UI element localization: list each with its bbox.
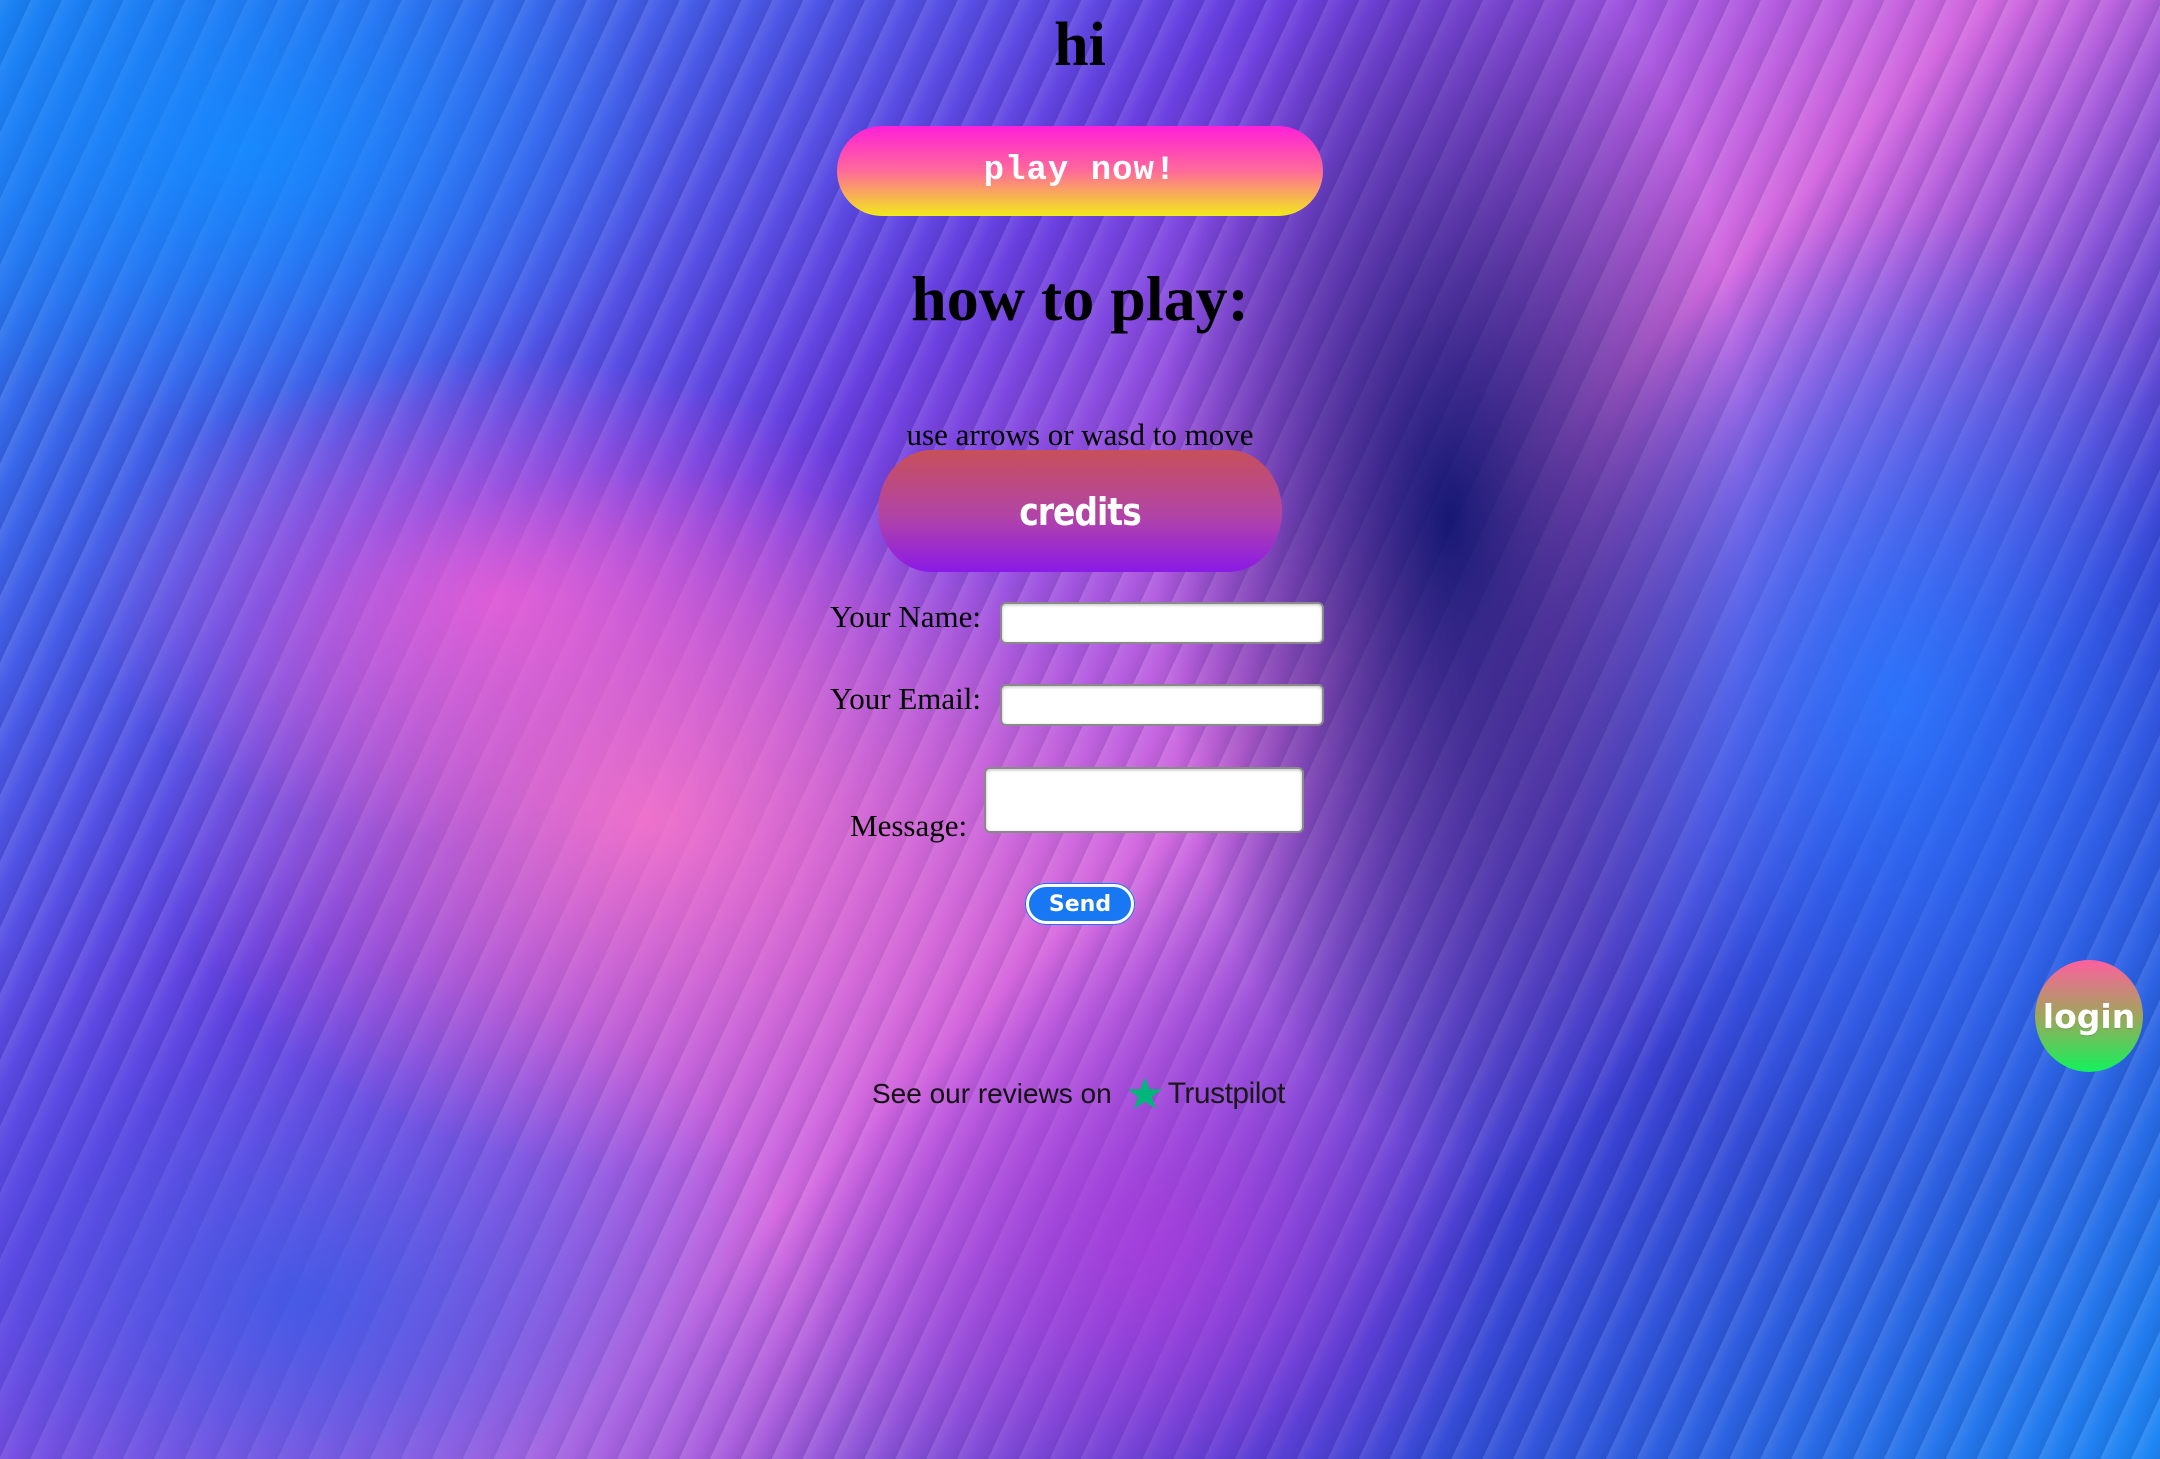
page-background: { "page": { "title": "hi", "play_button"… — [0, 0, 2160, 1459]
message-label: Message: — [850, 808, 968, 843]
name-label: Your Name: — [830, 599, 981, 634]
trustpilot-brand-label: Trustpilot — [1167, 1077, 1286, 1110]
message-input[interactable] — [984, 767, 1304, 833]
how-to-play-heading: how to play: — [911, 263, 1249, 334]
name-input[interactable] — [1000, 602, 1324, 644]
trustpilot-logo: Trustpilot — [1126, 1075, 1285, 1113]
email-input[interactable] — [1000, 684, 1324, 726]
trustpilot-reviews-link[interactable]: See our reviews on Trustpilot — [872, 1075, 1285, 1113]
email-label: Your Email: — [830, 681, 982, 716]
star-icon — [1127, 1077, 1162, 1110]
play-now-button[interactable]: play now! — [837, 126, 1323, 216]
credits-button[interactable]: credits — [878, 450, 1282, 572]
instructions-text: use arrows or wasd to move — [906, 417, 1254, 452]
page-title: hi — [1054, 11, 1106, 79]
reviews-text: See our reviews on — [872, 1078, 1112, 1109]
login-button[interactable]: login — [2035, 960, 2143, 1072]
send-button[interactable]: Send — [1026, 884, 1134, 924]
